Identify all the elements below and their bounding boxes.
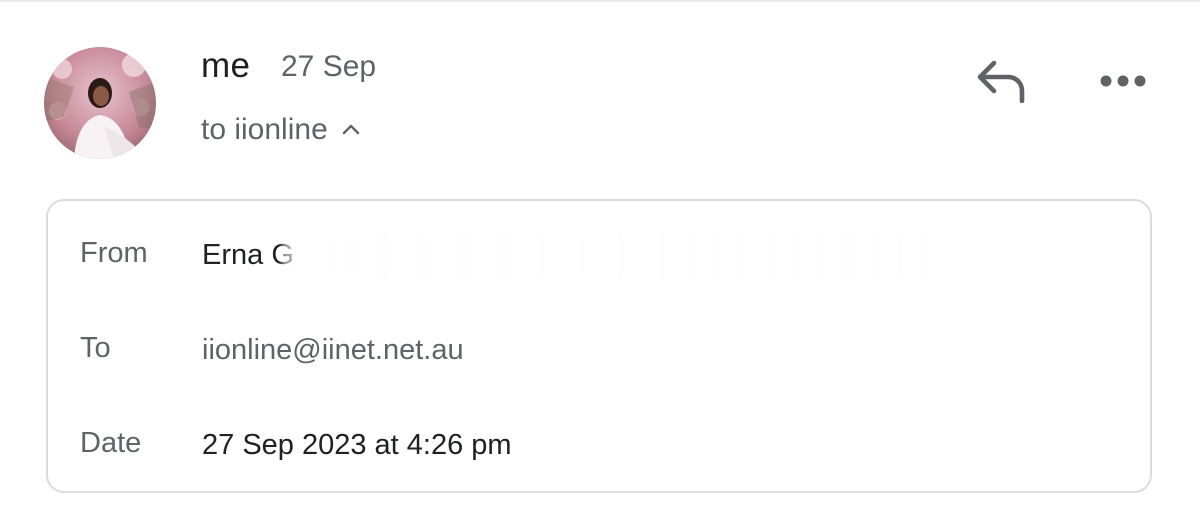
recipient-summary: to iionline (201, 113, 328, 146)
reply-arrow-icon (977, 60, 1025, 103)
top-divider (0, 0, 1200, 2)
message-details-card: From Erna G To iionline@iinet.net.au Dat… (46, 199, 1152, 493)
recipient-details-toggle[interactable]: to iionline (201, 110, 360, 150)
profile-photo-icon (44, 47, 156, 159)
reply-button[interactable] (966, 55, 1034, 107)
date-label: Date (80, 427, 142, 459)
sender-avatar[interactable] (44, 47, 156, 159)
to-label: To (80, 332, 111, 364)
redacted-sender-address (282, 231, 942, 281)
more-horizontal-icon (1100, 75, 1146, 87)
from-value[interactable]: Erna G (202, 235, 294, 275)
sender-name: me (201, 46, 251, 85)
sent-date: 27 Sep (281, 50, 377, 83)
chevron-up-icon (342, 122, 360, 140)
to-value[interactable]: iionline@iinet.net.au (202, 330, 464, 370)
date-value: 27 Sep 2023 at 4:26 pm (202, 429, 512, 461)
more-options-button[interactable] (1090, 60, 1156, 102)
from-label: From (80, 237, 148, 269)
